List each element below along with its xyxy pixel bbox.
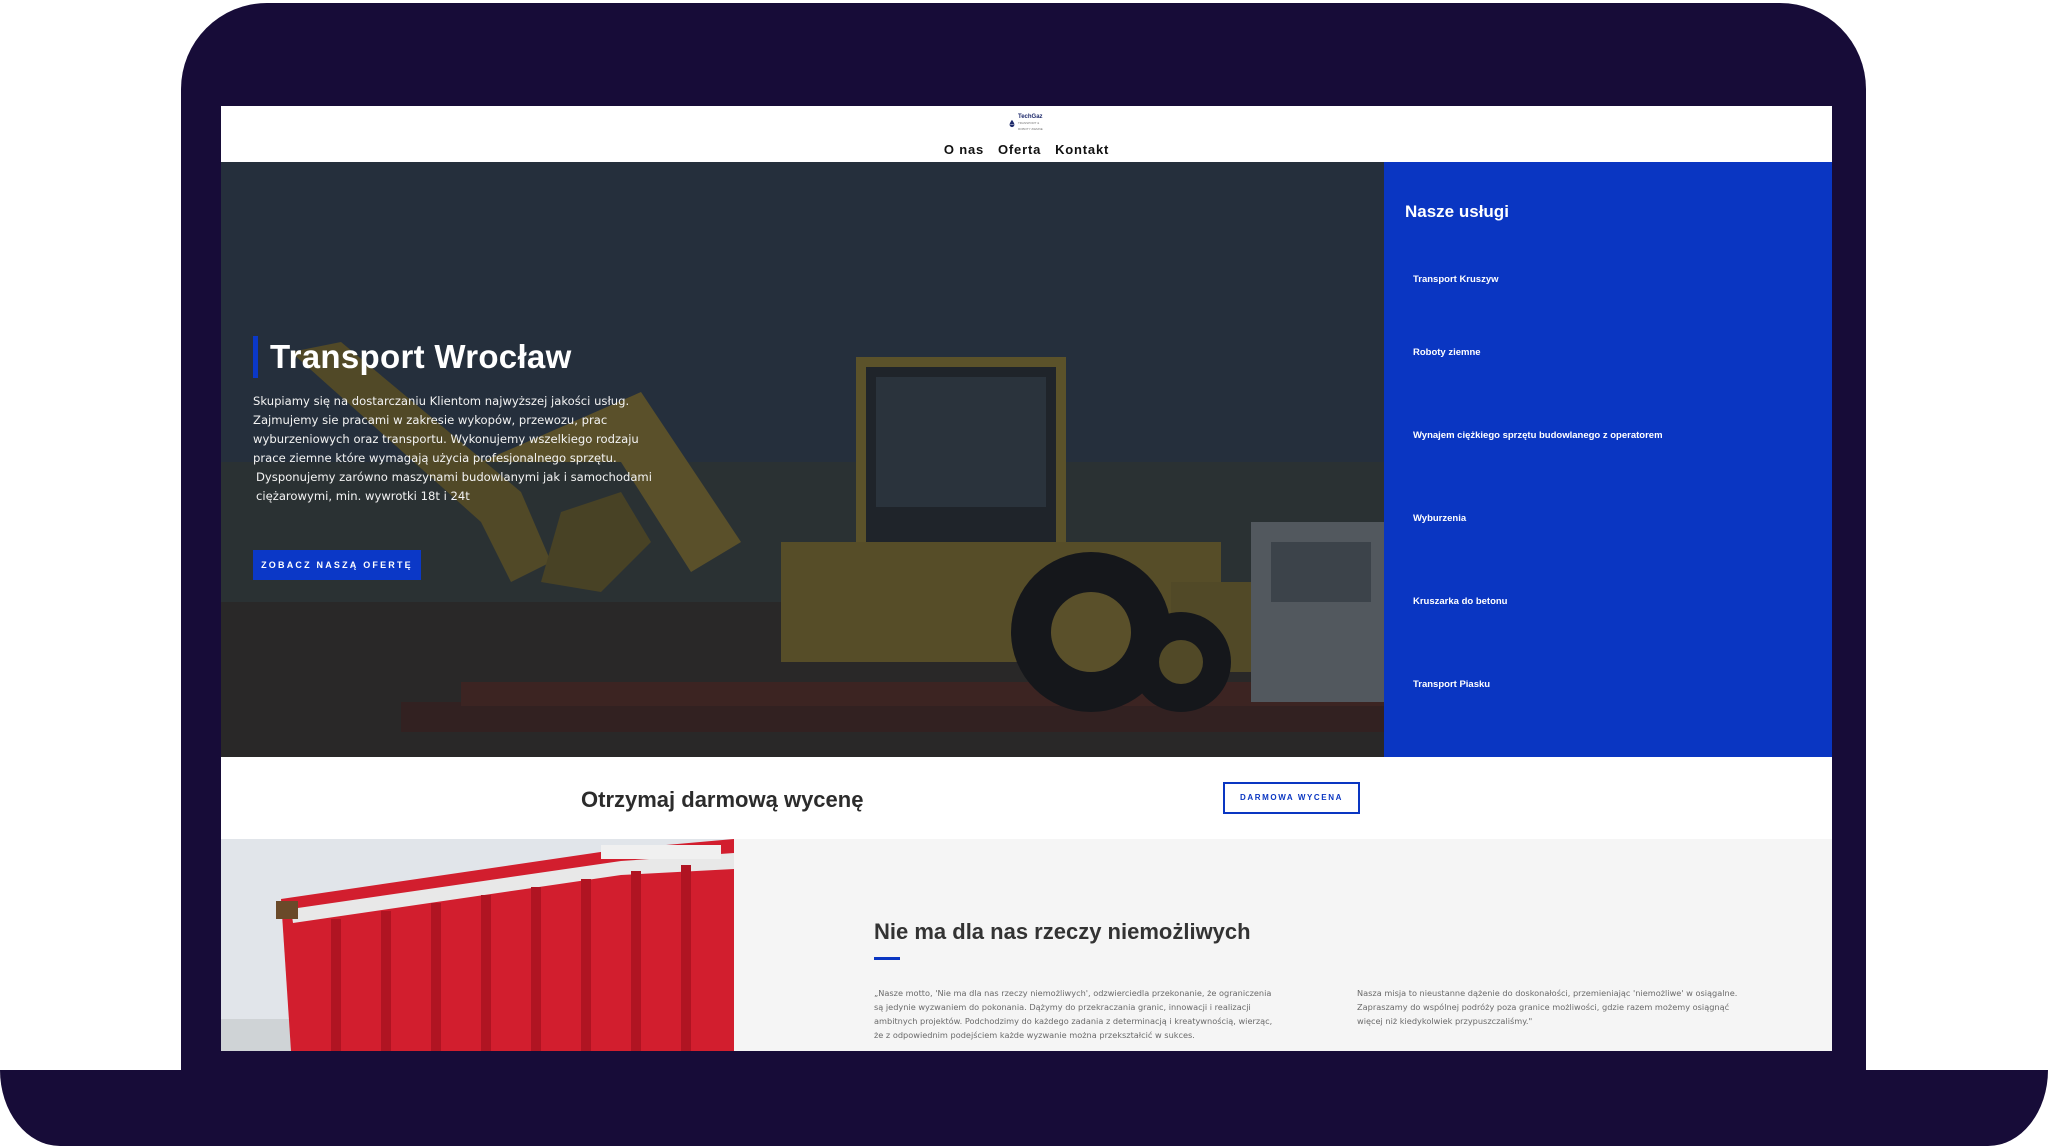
oil-drop-logo-icon [1009, 119, 1015, 127]
nav-link-o-nas[interactable]: O nas [944, 142, 984, 157]
hero-section: Transport Wrocław Skupiamy się na dostar… [221, 162, 1384, 757]
services-sidebar: Nasze usługi Transport Kruszyw Roboty zi… [1384, 162, 1832, 757]
nav-link-oferta[interactable]: Oferta [998, 142, 1041, 157]
site-logo[interactable]: TechGaz TRANSPORT & ROBOTY ZIEMNE [1009, 114, 1049, 132]
service-link-wynajem-sprzetu[interactable]: Wynajem ciężkiego sprzętu budowlanego z … [1413, 430, 1663, 441]
service-link-transport-piasku[interactable]: Transport Piasku [1413, 679, 1490, 690]
logo-tagline: TRANSPORT & ROBOTY ZIEMNE [1017, 121, 1043, 131]
see-offer-button[interactable]: ZOBACZ NASZĄ OFERTĘ [253, 550, 421, 580]
service-link-kruszarka[interactable]: Kruszarka do betonu [1413, 596, 1508, 607]
service-link-transport-kruszyw[interactable]: Transport Kruszyw [1413, 274, 1499, 285]
about-section: Nie ma dla nas rzeczy niemożliwych „Nasz… [734, 839, 1832, 1051]
hero-paragraph: Dysponujemy zarówno maszynami budowlanym… [256, 470, 652, 503]
service-link-wyburzenia[interactable]: Wyburzenia [1413, 513, 1466, 524]
hero-title: Transport Wrocław [253, 336, 572, 378]
service-link-roboty-ziemne[interactable]: Roboty ziemne [1413, 347, 1481, 358]
dump-truck-photo [221, 839, 734, 1051]
about-column-motto: „Nasze motto, 'Nie ma dla nas rzeczy nie… [874, 988, 1273, 1040]
hero-paragraph: Skupiamy się na dostarczaniu Klientom na… [253, 394, 639, 465]
about-column-mission: Nasza misja to nieustanne dążenie do dos… [1357, 988, 1738, 1026]
laptop-base [0, 1070, 2048, 1146]
site-header: TechGaz TRANSPORT & ROBOTY ZIEMNE O nas … [221, 106, 1832, 162]
quote-bar: Otrzymaj darmową wycenę DARMOWA WYCENA [221, 757, 1832, 839]
hero-description: Skupiamy się na dostarczaniu Klientom na… [253, 392, 673, 506]
services-title: Nasze usługi [1405, 202, 1509, 221]
logo-name: TechGaz TRANSPORT & ROBOTY ZIEMNE [1018, 114, 1049, 132]
free-quote-button[interactable]: DARMOWA WYCENA [1223, 782, 1360, 814]
main-nav: O nas Oferta Kontakt [221, 142, 1832, 157]
laptop-screen: TechGaz TRANSPORT & ROBOTY ZIEMNE O nas … [221, 106, 1832, 1051]
dump-truck-image [221, 839, 734, 1051]
quote-title: Otrzymaj darmową wycenę [581, 787, 864, 812]
about-divider [874, 957, 900, 960]
nav-link-kontakt[interactable]: Kontakt [1055, 142, 1109, 157]
about-title: Nie ma dla nas rzeczy niemożliwych [874, 919, 1251, 944]
